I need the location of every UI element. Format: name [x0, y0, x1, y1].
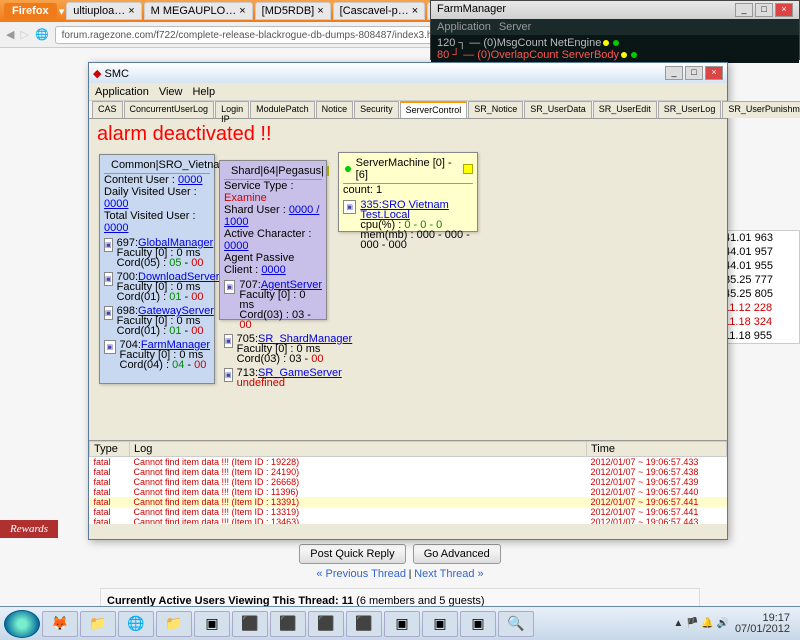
- thread-nav: « Previous Thread | Next Thread »: [0, 568, 800, 580]
- taskbar-item[interactable]: ▣: [384, 611, 420, 637]
- minimize-icon[interactable]: _: [665, 66, 683, 80]
- tab[interactable]: ultiuploa…×: [66, 2, 141, 20]
- taskbar-item[interactable]: ⬛: [232, 611, 268, 637]
- tab[interactable]: SR_UserEdit: [593, 101, 657, 118]
- server-icon: ▣: [104, 272, 113, 286]
- status-icon: [345, 166, 351, 172]
- menu[interactable]: View: [159, 86, 183, 98]
- smc-window: ◆ SMC _□× Application View Help CASConcurr…: [88, 62, 728, 540]
- log-panel: TypeLogTime fatalCannot find item data !…: [89, 440, 727, 524]
- rewards-badge[interactable]: Rewards: [0, 520, 58, 538]
- taskbar: 🦊 📁 🌐 📁 ▣ ⬛ ⬛ ⬛ ⬛ ▣ ▣ ▣ 🔍 ▲ 🏴 🔔 🔊 19:170…: [0, 606, 800, 640]
- log-row[interactable]: fatalCannot find item data !!! (Item ID …: [90, 487, 727, 497]
- tab[interactable]: ConcurrentUserLog: [124, 101, 215, 118]
- server-item[interactable]: ▣707:AgentServerFaculty [0] : 0 msCord(0…: [224, 280, 322, 330]
- common-card[interactable]: Common|SRO_Vietnam_Test|Local Content Us…: [99, 154, 215, 384]
- taskbar-item[interactable]: 🔍: [498, 611, 534, 637]
- tab[interactable]: Application: [437, 21, 491, 33]
- go-advanced-button[interactable]: Go Advanced: [413, 544, 501, 564]
- reply-buttons: Post Quick Reply Go Advanced: [0, 544, 800, 564]
- firefox-button[interactable]: Firefox: [4, 3, 57, 19]
- maximize-icon[interactable]: □: [755, 3, 773, 17]
- tab[interactable]: SR_UserData: [524, 101, 592, 118]
- prev-thread-link[interactable]: « Previous Thread: [316, 568, 406, 580]
- window-title: SMC: [105, 68, 129, 80]
- globe-icon: 🌐: [35, 28, 49, 41]
- tab[interactable]: Security: [354, 101, 399, 118]
- tab-row: CASConcurrentUserLogLogin IPModulePatchN…: [89, 101, 727, 119]
- taskbar-item[interactable]: 🦊: [42, 611, 78, 637]
- post-quick-reply-button[interactable]: Post Quick Reply: [299, 544, 405, 564]
- app-icon: ◆: [93, 68, 101, 80]
- back-icon[interactable]: ◀: [6, 28, 14, 41]
- server-icon: ▣: [343, 200, 356, 214]
- taskbar-item[interactable]: ⬛: [308, 611, 344, 637]
- tab-selected[interactable]: ServerControl: [400, 101, 468, 118]
- pin-icon[interactable]: [463, 164, 473, 174]
- tab[interactable]: M MEGAUPLO…×: [144, 2, 253, 20]
- close-icon[interactable]: ×: [775, 3, 793, 17]
- tab[interactable]: SR_UserPunishment: [722, 101, 800, 118]
- taskbar-item[interactable]: ▣: [194, 611, 230, 637]
- server-icon: ▣: [104, 238, 113, 252]
- server-item[interactable]: ▣705:SR_ShardManagerFaculty [0] : 0 msCo…: [224, 334, 322, 364]
- log-row[interactable]: fatalCannot find item data !!! (Item ID …: [90, 457, 727, 468]
- tab[interactable]: Notice: [316, 101, 354, 118]
- minimize-icon[interactable]: _: [735, 3, 753, 17]
- log-row[interactable]: fatalCannot find item data !!! (Item ID …: [90, 517, 727, 524]
- tab[interactable]: [MD5RDB]×: [255, 2, 331, 20]
- server-icon: ▣: [224, 368, 233, 382]
- log-row[interactable]: fatalCannot find item data !!! (Item ID …: [90, 497, 727, 507]
- tab[interactable]: SR_UserLog: [658, 101, 722, 118]
- server-item[interactable]: ▣700:DownloadServerFaculty [0] : 0 msCor…: [104, 272, 210, 302]
- log-row[interactable]: fatalCannot find item data !!! (Item ID …: [90, 467, 727, 477]
- dropdown-icon[interactable]: ▾: [59, 5, 65, 18]
- numbers-panel: 41.01 96344.01 95744.01 95535.25 77745.2…: [720, 230, 800, 344]
- pin-icon[interactable]: [327, 166, 329, 176]
- server-item[interactable]: ▣697:GlobalManagerFaculty [0] : 0 msCord…: [104, 238, 210, 268]
- window-title: FarmManager: [437, 3, 506, 17]
- server-icon: ▣: [224, 280, 235, 294]
- taskbar-item[interactable]: 📁: [80, 611, 116, 637]
- menu[interactable]: Application: [95, 86, 149, 98]
- tab[interactable]: Login IP: [215, 101, 249, 118]
- next-thread-link[interactable]: Next Thread »: [414, 568, 484, 580]
- shard-card[interactable]: Shard|64|Pegasus| Service Type : Examine…: [219, 160, 327, 320]
- log-row[interactable]: fatalCannot find item data !!! (Item ID …: [90, 477, 727, 487]
- close-icon[interactable]: ×: [128, 5, 134, 17]
- server-item[interactable]: ▣713:SR_GameServer undefined: [224, 368, 322, 388]
- forward-icon: ▷: [20, 28, 28, 41]
- tab[interactable]: ModulePatch: [250, 101, 315, 118]
- menu[interactable]: Help: [192, 86, 215, 98]
- taskbar-item[interactable]: ▣: [422, 611, 458, 637]
- servermachine-card[interactable]: ServerMachine [0] - [6] count: 1 ▣ 335:S…: [338, 152, 478, 232]
- server-icon: ▣: [224, 334, 233, 348]
- tab[interactable]: CAS: [92, 101, 123, 118]
- taskbar-item[interactable]: ⬛: [270, 611, 306, 637]
- farmmanager-window: FarmManager _□× Application Server 120 ┐ …: [430, 0, 800, 60]
- start-button[interactable]: [4, 610, 40, 638]
- taskbar-item[interactable]: 🌐: [118, 611, 154, 637]
- server-item[interactable]: ▣698:GatewayServerFaculty [0] : 0 msCord…: [104, 306, 210, 336]
- server-item[interactable]: ▣704:FarmManagerFaculty [0] : 0 msCord(0…: [104, 340, 210, 370]
- server-icon: ▣: [104, 306, 113, 320]
- maximize-icon[interactable]: □: [685, 66, 703, 80]
- system-tray[interactable]: ▲ 🏴 🔔 🔊 19:1707/01/2012: [673, 613, 796, 635]
- taskbar-item[interactable]: ⬛: [346, 611, 382, 637]
- close-icon[interactable]: ×: [705, 66, 723, 80]
- tab[interactable]: SR_Notice: [468, 101, 523, 118]
- log-row[interactable]: fatalCannot find item data !!! (Item ID …: [90, 507, 727, 517]
- metric-line: 120 ┐ — (0)MsgCount NetEngine: [437, 37, 793, 49]
- taskbar-item[interactable]: ▣: [460, 611, 496, 637]
- server-icon: ▣: [104, 340, 116, 354]
- tab[interactable]: [Cascavel-p…×: [333, 2, 426, 20]
- alarm-text: alarm deactivated !!: [89, 119, 727, 150]
- taskbar-item[interactable]: 📁: [156, 611, 192, 637]
- tab[interactable]: Server: [499, 21, 531, 33]
- metric-line: 80 ┘ — (0)OverlapCount ServerBody: [437, 49, 793, 61]
